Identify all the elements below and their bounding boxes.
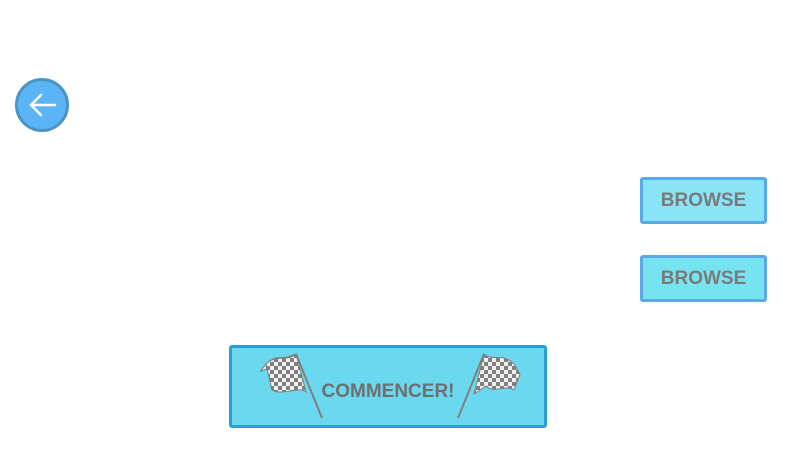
screen: BROWSE BROWSE COMMENCER! <box>0 0 800 450</box>
browse-label: BROWSE <box>660 267 747 289</box>
browse-label: BROWSE <box>660 189 747 211</box>
checkered-flag-icon <box>457 353 521 419</box>
start-button[interactable]: COMMENCER! <box>229 345 547 428</box>
browse-button-1[interactable]: BROWSE <box>640 177 767 224</box>
back-button[interactable] <box>15 78 69 132</box>
arrow-left-icon <box>29 93 57 117</box>
browse-button-2[interactable]: BROWSE <box>640 255 767 302</box>
